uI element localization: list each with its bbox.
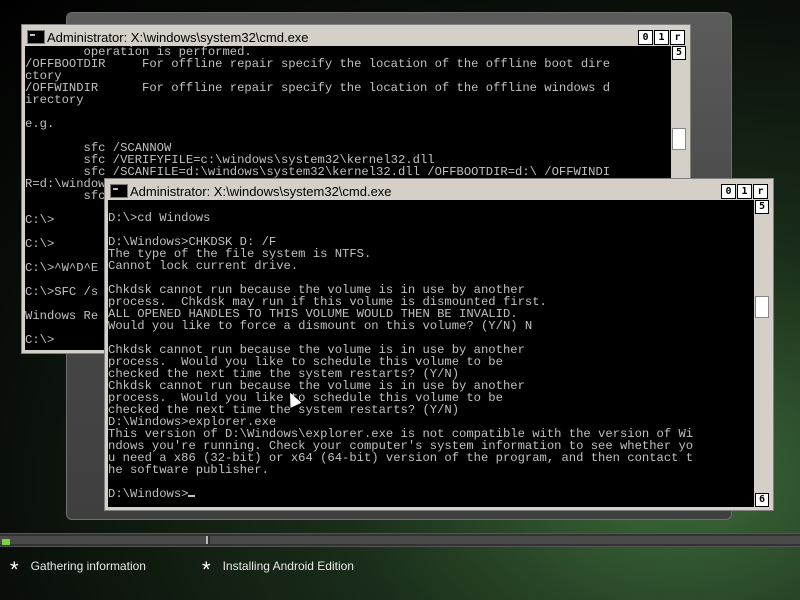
console-line: Cannot lock current drive.: [108, 259, 299, 273]
step-star-icon: *: [202, 557, 211, 582]
minimize-button[interactable]: 0: [638, 30, 653, 45]
maximize-button[interactable]: 1: [654, 30, 669, 45]
setup-step-installing: * Installing Android Edition: [202, 556, 354, 582]
console-line: D:\Windows>: [108, 488, 750, 500]
console-line: /OFFWINDIR For offline repair specify th…: [25, 81, 611, 95]
scroll-up-arrow[interactable]: 5: [755, 200, 769, 214]
progress-fill: [2, 539, 10, 545]
title-bar[interactable]: Administrator: X:\windows\system32\cmd.e…: [25, 28, 687, 46]
text-cursor: [188, 495, 196, 497]
vertical-scrollbar[interactable]: 5 6: [754, 200, 770, 507]
console-line: D:\>cd Windows: [108, 211, 211, 225]
cmd-window-front[interactable]: Administrator: X:\windows\system32\cmd.e…: [105, 179, 773, 510]
scroll-up-arrow[interactable]: 5: [672, 46, 686, 60]
scroll-thumb[interactable]: [755, 296, 769, 318]
window-title: Administrator: X:\windows\system32\cmd.e…: [47, 29, 309, 45]
console-output[interactable]: D:\>cd Windows D:\Windows>CHKDSK D: /F Th…: [108, 200, 750, 507]
console-line: Would you like to force a dismount on th…: [108, 319, 533, 333]
console-line: e.g.: [25, 117, 55, 131]
console-icon: [27, 30, 45, 44]
console-line: he software publisher.: [108, 463, 269, 477]
close-button[interactable]: r: [753, 184, 768, 199]
progress-segment-2: [210, 536, 800, 544]
setup-progress-bar: [0, 533, 800, 547]
window-title: Administrator: X:\windows\system32\cmd.e…: [130, 183, 392, 199]
console-line: sfc /SCANFILE=d:\windows\system32\kernel…: [25, 165, 611, 179]
close-button[interactable]: r: [670, 30, 685, 45]
console-line: irectory: [25, 93, 84, 107]
scroll-down-arrow[interactable]: 6: [755, 493, 769, 507]
console-icon: [110, 184, 128, 198]
console-line: /OFFBOOTDIR For offline repair specify t…: [25, 57, 611, 71]
step-star-icon: *: [10, 557, 19, 582]
step-label: Installing Android Edition: [222, 559, 354, 573]
maximize-button[interactable]: 1: [737, 184, 752, 199]
setup-step-gathering: * Gathering information: [10, 556, 146, 582]
step-label: Gathering information: [30, 559, 146, 573]
progress-segment-1: [0, 536, 208, 545]
minimize-button[interactable]: 0: [721, 184, 736, 199]
scroll-thumb[interactable]: [672, 128, 686, 150]
title-bar[interactable]: Administrator: X:\windows\system32\cmd.e…: [108, 182, 770, 200]
